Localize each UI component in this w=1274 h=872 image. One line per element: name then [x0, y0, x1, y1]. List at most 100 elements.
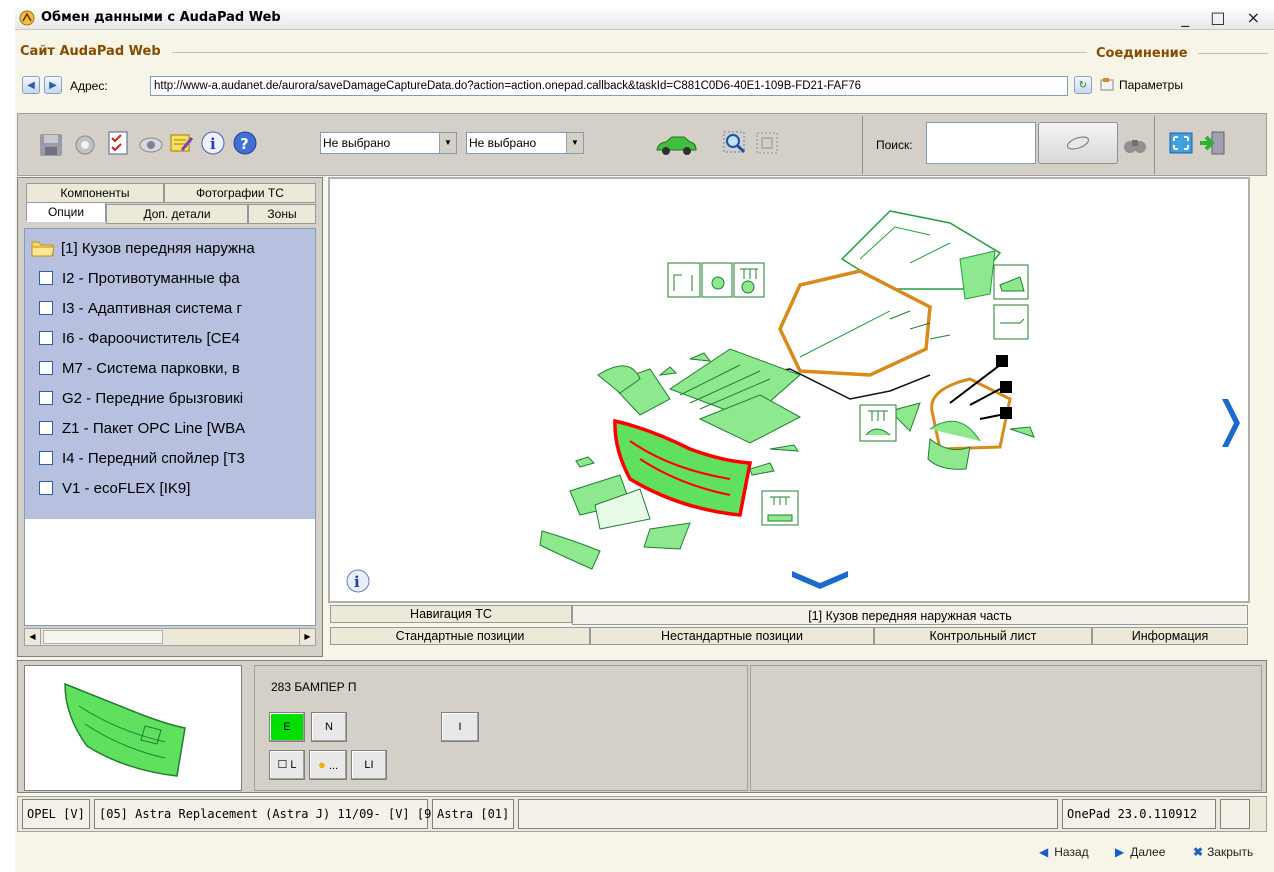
- folder-icon: [31, 241, 55, 257]
- tree-root[interactable]: [1] Кузов передняя наружна: [31, 233, 255, 263]
- notes-icon[interactable]: [168, 130, 194, 156]
- checkbox[interactable]: [39, 421, 53, 435]
- fit-icon[interactable]: [754, 130, 780, 156]
- left-panel: Компоненты Фотографии ТС Опции Доп. дета…: [17, 177, 323, 657]
- l-button[interactable]: ☐ L: [269, 750, 305, 780]
- l-button-label: L: [290, 759, 297, 771]
- horizontal-scrollbar[interactable]: ◀ ▶: [24, 628, 316, 646]
- paint-button[interactable]: ● ...: [309, 750, 347, 780]
- toolbar: i ? Не выбрано ▼ Не выбрано ▼ Поиск:: [17, 113, 1267, 176]
- checkbox[interactable]: [39, 451, 53, 465]
- checkbox[interactable]: [39, 391, 53, 405]
- status-empty: [1220, 799, 1250, 829]
- back-arrow-button[interactable]: ◀: [22, 76, 40, 94]
- tab-zones[interactable]: Зоны: [248, 204, 316, 224]
- list-item[interactable]: V1 - ecoFLEX [IK9]: [39, 473, 190, 503]
- checkbox[interactable]: [39, 331, 53, 345]
- close-link[interactable]: ✖ Закрыть: [1193, 845, 1253, 859]
- list-item-label: I4 - Передний спойлер [T3: [62, 449, 245, 467]
- divider: [1198, 53, 1268, 54]
- parts-diagram[interactable]: i: [328, 177, 1250, 603]
- divider: [172, 52, 1087, 53]
- params-button[interactable]: Параметры: [1100, 78, 1183, 92]
- save-icon[interactable]: [38, 132, 64, 158]
- back-link[interactable]: ◀ Назад: [1039, 845, 1089, 859]
- eye-icon[interactable]: [138, 132, 164, 158]
- status-empty: [518, 799, 1058, 829]
- options-tree: [1] Кузов передняя наружна I2 - Противот…: [24, 228, 316, 626]
- filter-select-2[interactable]: Не выбрано ▼: [466, 132, 584, 154]
- site-label: Сайт AudaPad Web: [20, 44, 161, 59]
- n-button[interactable]: N: [311, 712, 347, 742]
- paint-button-label: ...: [328, 760, 339, 772]
- tree-root-label: [1] Кузов передняя наружна: [61, 239, 255, 257]
- empty-panel: [750, 665, 1262, 791]
- close-link-label: Закрыть: [1207, 845, 1254, 859]
- search-button[interactable]: [1038, 122, 1118, 164]
- filter-select-1[interactable]: Не выбрано ▼: [320, 132, 457, 154]
- help-icon[interactable]: ?: [232, 130, 258, 156]
- car-icon[interactable]: [654, 132, 698, 158]
- part-action-area: 283 БАМПЕР П E N I ☐ L ● ... LI: [254, 665, 748, 791]
- eraser-icon: [1067, 136, 1089, 150]
- chevron-down-icon: ▼: [439, 133, 456, 153]
- tab-components[interactable]: Компоненты: [26, 183, 164, 203]
- exit-icon[interactable]: [1198, 130, 1228, 156]
- checkbox[interactable]: [39, 301, 53, 315]
- tab-vehicle-photos[interactable]: Фотографии ТС: [164, 183, 316, 203]
- i-button[interactable]: I: [441, 712, 479, 742]
- list-item[interactable]: G2 - Передние брызговикі: [39, 383, 243, 413]
- back-link-label: Назад: [1054, 845, 1089, 859]
- tab-extra-parts[interactable]: Доп. детали: [106, 204, 248, 224]
- list-item[interactable]: M7 - Система парковки, в: [39, 353, 240, 383]
- scroll-left-icon[interactable]: ◀: [25, 629, 41, 645]
- tab-information[interactable]: Информация: [1092, 627, 1248, 645]
- list-item-label: G2 - Передние брызговикі: [62, 389, 244, 407]
- footer: ◀ Назад ▶ Далее ✖ Закрыть: [17, 835, 1274, 872]
- address-input[interactable]: http://www-a.audanet.de/aurora/saveDamag…: [150, 76, 1068, 96]
- connection-label: Соединение: [1096, 46, 1188, 61]
- next-link[interactable]: ▶ Далее: [1115, 845, 1165, 859]
- zoom-icon[interactable]: [722, 130, 748, 156]
- divider: [862, 116, 863, 174]
- list-item[interactable]: I3 - Адаптивная система г: [39, 293, 242, 323]
- chevron-down-icon: ▼: [566, 133, 583, 153]
- info-icon[interactable]: i: [346, 569, 370, 593]
- tab-options[interactable]: Опции: [26, 202, 106, 222]
- window-controls[interactable]: _ □ ×: [1181, 8, 1268, 27]
- binoculars-icon[interactable]: [1122, 132, 1148, 158]
- chevron-right-icon[interactable]: [1222, 399, 1240, 447]
- refresh-button[interactable]: ↻: [1074, 76, 1092, 94]
- li-button[interactable]: LI: [351, 750, 387, 780]
- chevron-down-icon[interactable]: [792, 571, 848, 589]
- gear-icon[interactable]: [72, 132, 98, 158]
- list-item[interactable]: I6 - Фароочиститель [CE4: [39, 323, 240, 353]
- arrow-left-icon: ◀: [27, 79, 35, 91]
- fullscreen-icon[interactable]: [1168, 130, 1194, 156]
- scroll-right-icon[interactable]: ▶: [299, 629, 315, 645]
- checkbox[interactable]: [39, 271, 53, 285]
- list-item-label: Z1 - Пакет OPC Line [WBA: [62, 419, 246, 437]
- checklist-icon[interactable]: [106, 130, 132, 156]
- params-label: Параметры: [1119, 78, 1183, 92]
- tab-checklist[interactable]: Контрольный лист: [874, 627, 1092, 645]
- e-button[interactable]: E: [269, 712, 305, 742]
- info-icon[interactable]: i: [200, 130, 226, 156]
- tab-standard-positions[interactable]: Стандартные позиции: [330, 627, 590, 645]
- tab-front-body[interactable]: [1] Кузов передняя наружная часть: [572, 605, 1248, 625]
- status-version: OnePad 23.0.110912: [1062, 799, 1216, 829]
- tab-nonstandard-positions[interactable]: Нестандартные позиции: [590, 627, 874, 645]
- forward-arrow-button[interactable]: ▶: [44, 76, 62, 94]
- car-front-exploded-diagram[interactable]: i: [330, 179, 1248, 601]
- scroll-thumb[interactable]: [43, 630, 163, 644]
- tab-vehicle-navigation[interactable]: Навигация ТС: [330, 605, 572, 623]
- divider: [1154, 116, 1155, 174]
- checkbox[interactable]: [39, 481, 53, 495]
- arrow-left-icon: ◀: [1039, 845, 1049, 859]
- part-detail-panel: 283 БАМПЕР П E N I ☐ L ● ... LI: [17, 660, 1267, 793]
- list-item[interactable]: I2 - Противотуманные фа: [39, 263, 240, 293]
- search-input[interactable]: [926, 122, 1036, 164]
- list-item[interactable]: Z1 - Пакет OPC Line [WBA: [39, 413, 245, 443]
- checkbox[interactable]: [39, 361, 53, 375]
- list-item[interactable]: I4 - Передний спойлер [T3: [39, 443, 245, 473]
